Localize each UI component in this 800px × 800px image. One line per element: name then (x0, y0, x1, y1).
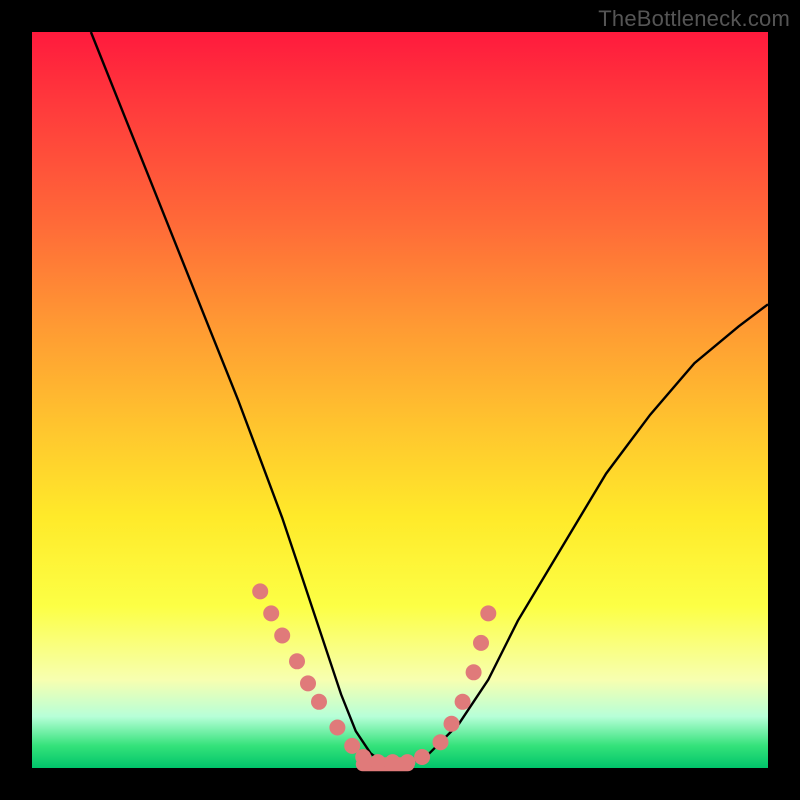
marker-dot (329, 720, 345, 736)
marker-dot (263, 605, 279, 621)
marker-dot (300, 675, 316, 691)
marker-dot (473, 635, 489, 651)
marker-dot (274, 628, 290, 644)
watermark-text: TheBottleneck.com (598, 6, 790, 32)
plot-area (32, 32, 768, 768)
bottleneck-curve-line (91, 32, 768, 764)
marker-dot (466, 664, 482, 680)
marker-dot (433, 734, 449, 750)
marker-dot (385, 754, 401, 770)
marker-dots (252, 583, 496, 770)
marker-dot (289, 653, 305, 669)
marker-dot (455, 694, 471, 710)
marker-dot (414, 749, 430, 765)
marker-dot (252, 583, 268, 599)
marker-dot (399, 754, 415, 770)
chart-frame: TheBottleneck.com (0, 0, 800, 800)
marker-dot (355, 749, 371, 765)
marker-dot (444, 716, 460, 732)
curve-svg (32, 32, 768, 768)
marker-dot (480, 605, 496, 621)
bottleneck-curve-path (91, 32, 768, 764)
marker-dot (311, 694, 327, 710)
marker-dot (370, 754, 386, 770)
